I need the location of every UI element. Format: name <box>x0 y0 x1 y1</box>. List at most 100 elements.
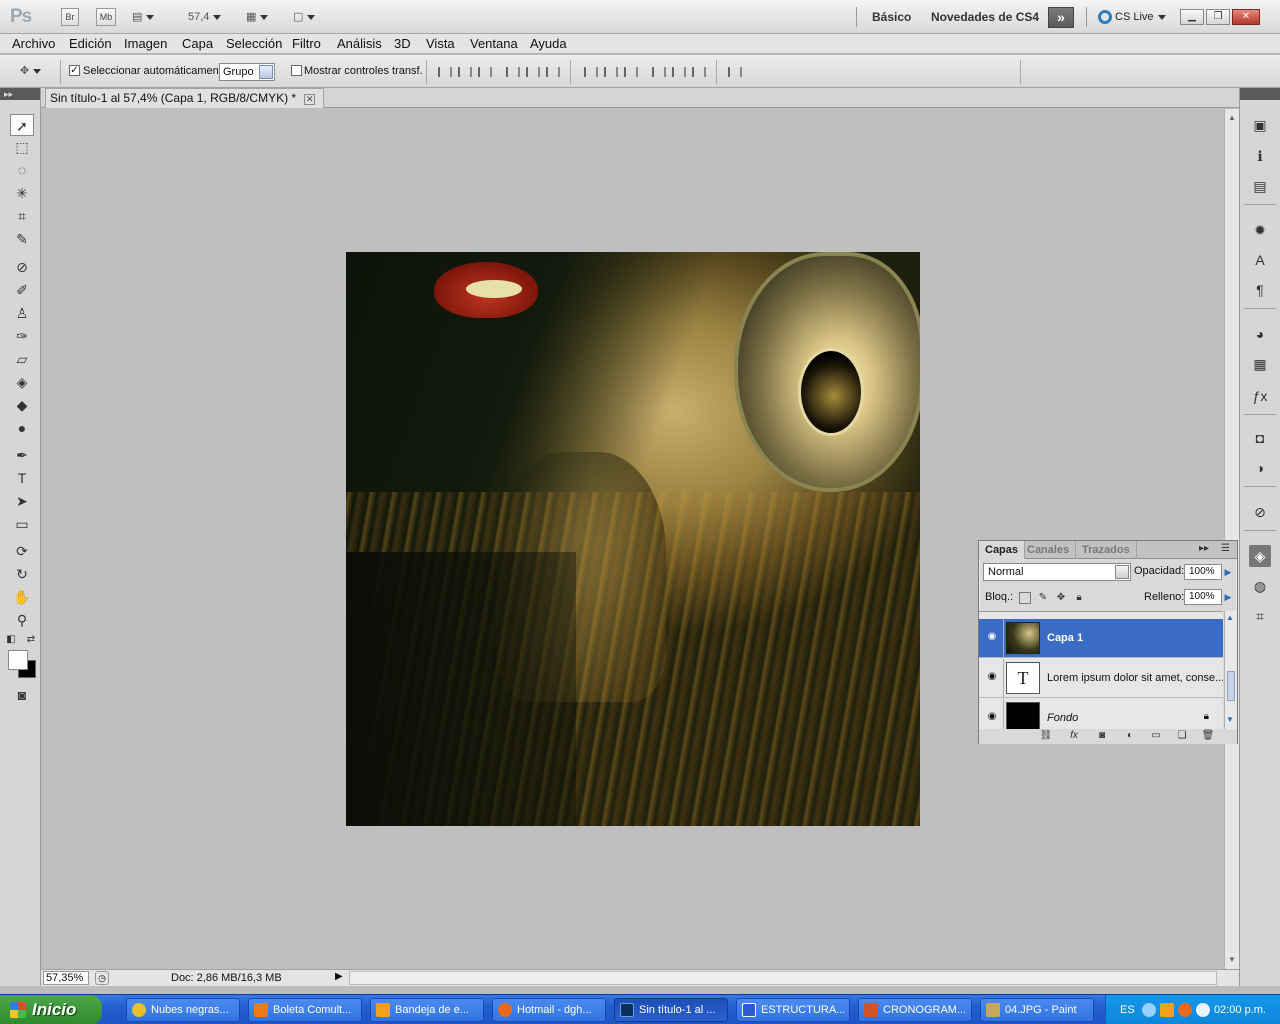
align-hcenter-icon[interactable] <box>526 67 540 77</box>
close-button[interactable]: ✕ <box>1232 9 1260 25</box>
layer-row-capa-1[interactable]: ◉ Capa 1 <box>979 619 1223 658</box>
align-left-icon[interactable] <box>506 67 520 77</box>
quick-selection-tool-icon[interactable]: ✳ <box>10 182 34 204</box>
menu-imagen[interactable]: Imagen <box>124 36 167 51</box>
fill-slider-arrow-icon[interactable]: ▶ <box>1222 589 1234 605</box>
canvas-area[interactable] <box>41 109 1225 969</box>
hand-tool-icon[interactable]: ✋ <box>10 586 34 608</box>
foreground-color-swatch[interactable] <box>8 650 28 670</box>
layer-row-text[interactable]: ◉ T Lorem ipsum dolor sit amet, conse... <box>979 659 1223 698</box>
menu-capa[interactable]: Capa <box>182 36 213 51</box>
path-selection-tool-icon[interactable]: ➤ <box>10 490 34 512</box>
scroll-down-icon[interactable]: ▼ <box>1227 955 1237 965</box>
task-estructura[interactable]: ESTRUCTURA... <box>736 998 850 1022</box>
tab-canales[interactable]: Canales <box>1021 541 1077 559</box>
align-top-icon[interactable] <box>438 67 452 77</box>
mini-bridge-panel-icon[interactable]: ▤ <box>1249 175 1271 197</box>
crop-tool-icon[interactable]: ⌗ <box>10 205 34 227</box>
view-extras-dropdown[interactable]: ▤ <box>132 8 155 26</box>
tools-panel-header[interactable]: ▸▸ <box>0 88 40 100</box>
delete-layer-icon[interactable]: 🗑︎ <box>1201 730 1215 742</box>
task-nubes-negras[interactable]: Nubes negras... <box>126 998 240 1022</box>
blur-tool-icon[interactable]: ◆ <box>10 394 34 416</box>
workspace-new-cs4[interactable]: Novedades de CS4 <box>931 10 1039 24</box>
status-info-icon[interactable]: ◷ <box>95 971 109 985</box>
adjustments-panel-icon[interactable]: ◘ <box>1249 427 1271 449</box>
more-workspaces-button[interactable]: » <box>1048 7 1074 28</box>
minimize-button[interactable]: ▁ <box>1180 9 1204 25</box>
menu-ventana[interactable]: Ventana <box>470 36 518 51</box>
distribute-bottom-icon[interactable] <box>624 67 638 77</box>
eraser-tool-icon[interactable]: ▱ <box>10 348 34 370</box>
task-boleta[interactable]: Boleta Comult... <box>248 998 362 1022</box>
tray-outlook-icon[interactable] <box>1160 1003 1174 1017</box>
info-panel-icon[interactable]: ℹ <box>1249 145 1271 167</box>
color-panel-icon[interactable]: ◕ <box>1249 323 1271 345</box>
zoom-field[interactable]: 57,35% <box>43 971 89 985</box>
screen-mode-dropdown[interactable]: ▢ <box>293 8 316 26</box>
task-photoshop[interactable]: Sin título-1 al ... <box>614 998 728 1022</box>
3d-rotate-tool-icon[interactable]: ⟳ <box>10 540 34 562</box>
menu-seleccion[interactable]: Selección <box>226 36 282 51</box>
task-cronograma[interactable]: CRONOGRAM... <box>858 998 972 1022</box>
paragraph-panel-icon[interactable]: ¶ <box>1249 279 1271 301</box>
align-bottom-icon[interactable] <box>478 67 492 77</box>
restore-button[interactable]: ❐ <box>1206 9 1230 25</box>
menu-vista[interactable]: Vista <box>426 36 455 51</box>
tray-arrow-icon[interactable] <box>1142 1003 1156 1017</box>
paint-bucket-tool-icon[interactable]: ◈ <box>10 371 34 393</box>
add-mask-icon[interactable]: ◙ <box>1095 730 1109 742</box>
adjustment-layer-icon[interactable]: ◐ <box>1123 730 1137 742</box>
tray-firefox-icon[interactable] <box>1178 1003 1192 1017</box>
show-transform-checkbox[interactable] <box>291 65 302 76</box>
spot-healing-tool-icon[interactable]: ⊘ <box>10 256 34 278</box>
layers-panel-icon[interactable]: ◈ <box>1249 545 1271 567</box>
auto-select-type-select[interactable]: Grupo <box>219 63 275 81</box>
language-indicator[interactable]: ES <box>1120 1004 1135 1016</box>
swatches-panel-icon[interactable]: ▦ <box>1249 353 1271 375</box>
zoom-level-dropdown[interactable]: 57,4 <box>188 8 222 26</box>
task-bandeja[interactable]: Bandeja de e... <box>370 998 484 1022</box>
close-tab-icon[interactable]: ✕ <box>304 94 316 105</box>
collapse-panel-icon[interactable]: ▸▸ <box>1199 543 1209 554</box>
new-group-icon[interactable]: ▭ <box>1149 730 1163 742</box>
opacity-input[interactable]: 100% <box>1184 564 1222 580</box>
align-right-icon[interactable] <box>546 67 560 77</box>
tray-network-icon[interactable] <box>1196 1003 1210 1017</box>
lock-pixels-icon[interactable]: ✎ <box>1037 592 1049 604</box>
visibility-eye-icon[interactable]: ◉ <box>985 631 999 643</box>
quick-mask-icon[interactable]: ◙ <box>10 684 34 706</box>
zoom-tool-icon[interactable]: ⚲ <box>10 609 34 631</box>
task-hotmail[interactable]: Hotmail - dgh... <box>492 998 606 1022</box>
visibility-eye-icon[interactable]: ◉ <box>985 711 999 723</box>
status-menu-arrow-icon[interactable]: ▶ <box>335 971 343 982</box>
arrange-documents-dropdown[interactable]: ▦ <box>246 8 269 26</box>
tool-preset-picker[interactable]: ✥ <box>20 62 42 80</box>
scroll-up-icon[interactable]: ▲ <box>1226 613 1234 622</box>
brushes-panel-icon[interactable]: ✹ <box>1249 219 1271 241</box>
distribute-hcenter-icon[interactable] <box>672 67 686 77</box>
eyedropper-tool-icon[interactable]: ✎ <box>10 228 34 250</box>
distribute-left-icon[interactable] <box>652 67 666 77</box>
menu-filtro[interactable]: Filtro <box>292 36 321 51</box>
lasso-tool-icon[interactable]: ◌ <box>10 159 34 181</box>
channels-panel-icon[interactable]: ◍ <box>1249 575 1271 597</box>
distribute-top-icon[interactable] <box>584 67 598 77</box>
move-tool-icon[interactable]: ➚ <box>10 114 34 136</box>
new-layer-icon[interactable]: ❏ <box>1175 730 1189 742</box>
vertical-scrollbar[interactable]: ▲ ▼ <box>1224 109 1239 969</box>
brush-tool-icon[interactable]: ✐ <box>10 279 34 301</box>
distribute-vcenter-icon[interactable] <box>604 67 618 77</box>
task-paint[interactable]: 04.JPG - Paint <box>980 998 1094 1022</box>
opacity-slider-arrow-icon[interactable]: ▶ <box>1222 564 1234 580</box>
lock-transparency-icon[interactable] <box>1019 592 1031 604</box>
menu-archivo[interactable]: Archivo <box>12 36 55 51</box>
paths-panel-icon[interactable]: ⌗ <box>1249 605 1271 627</box>
pen-tool-icon[interactable]: ✒ <box>10 444 34 466</box>
menu-ayuda[interactable]: Ayuda <box>530 36 567 51</box>
start-button[interactable]: Inicio <box>0 995 102 1024</box>
history-panel-icon[interactable]: ⊘ <box>1249 501 1271 523</box>
type-tool-icon[interactable]: T <box>10 467 34 489</box>
blend-mode-select[interactable]: Normal <box>983 563 1131 581</box>
visibility-eye-icon[interactable]: ◉ <box>985 671 999 683</box>
